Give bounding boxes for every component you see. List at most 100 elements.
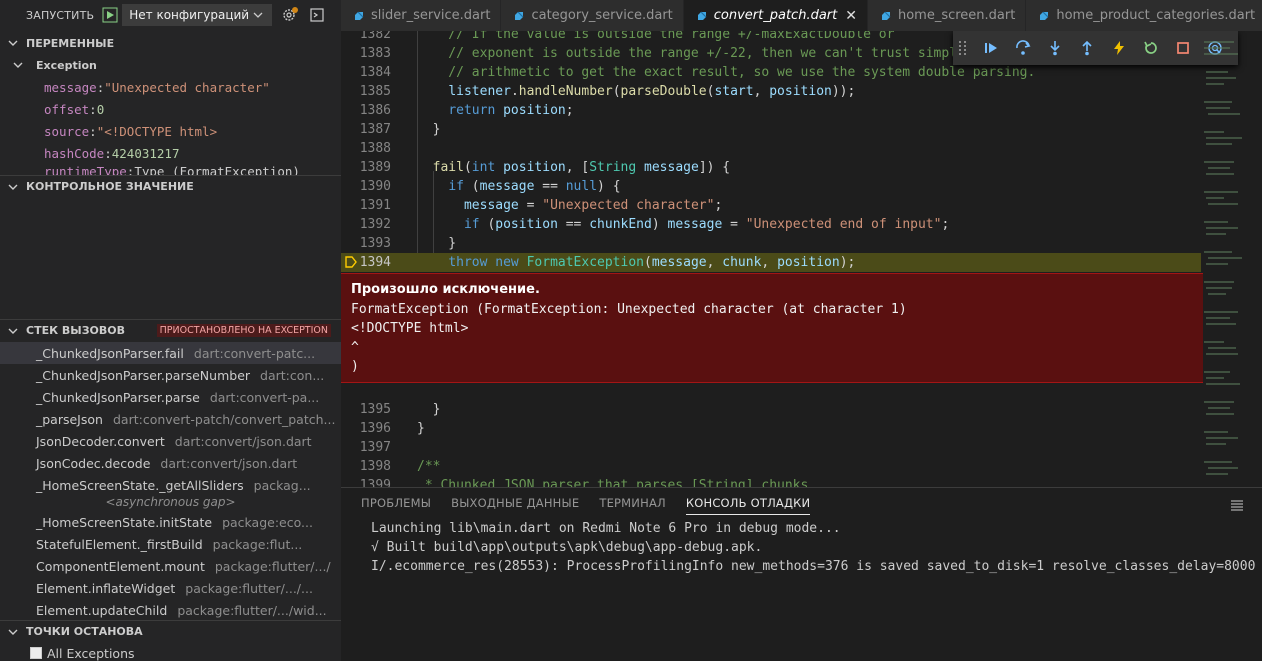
code-line[interactable]: 1392 if (position == chunkEnd) message =… (341, 215, 1201, 234)
run-label: ЗАПУСТИТЬ (26, 8, 95, 22)
callstack-frame[interactable]: _HomeScreenState.initState package:eco... (0, 511, 341, 533)
frame-source: package:flutter/.../... (185, 580, 313, 596)
variable-value: 0 (96, 101, 105, 117)
code-text: throw new FormatException(message, chunk… (448, 255, 856, 270)
panel-tab[interactable]: КОНСОЛЬ ОТЛАДКИ (685, 496, 811, 515)
all-exceptions-label: All Exceptions (47, 645, 135, 661)
code-line[interactable]: 1393 } (341, 234, 1201, 253)
panel-tab[interactable]: ВЫХОДНЫЕ ДАННЫЕ (451, 496, 579, 515)
tab-label: home_screen.dart (897, 8, 1016, 23)
watch-section-header[interactable]: КОНТРОЛЬНОЕ ЗНАЧЕНИЕ (0, 175, 341, 197)
code-line[interactable]: 1391 message = "Unexpected character"; (341, 196, 1201, 215)
line-number: 1398 (359, 459, 391, 474)
variables-scope[interactable]: Exception (0, 54, 341, 76)
callstack-frame[interactable]: StatefulElement._firstBuild package:flut.… (0, 533, 341, 555)
tab-category-service-dart[interactable]: category_service.dart (501, 0, 684, 31)
code-line[interactable]: 1386 return position; (341, 101, 1201, 120)
callstack-frame[interactable]: _HomeScreenState._getAllSliders packag... (0, 474, 341, 496)
code-line[interactable]: 1397 (341, 438, 1201, 457)
variable-row[interactable]: message: "Unexpected character" (0, 76, 341, 98)
callstack-frame[interactable]: JsonDecoder.convert dart:convert/json.dar… (0, 430, 341, 452)
tab-home-screen-dart[interactable]: home_screen.dart (867, 0, 1027, 31)
variable-colon: : (96, 79, 105, 95)
code-line[interactable]: 1395 } (341, 400, 1201, 419)
code-line[interactable]: 1388 (341, 139, 1201, 158)
code-line[interactable]: 1384 // arithmetic to get the exact resu… (341, 63, 1201, 82)
callstack-frame[interactable]: JsonCodec.decode dart:convert/json.dart (0, 452, 341, 474)
code-text: if (position == chunkEnd) message = "Une… (463, 217, 950, 232)
callstack-title: СТЕК ВЫЗОВОВ (26, 324, 125, 337)
dart-file-icon (697, 11, 707, 20)
hot-reload-button[interactable] (1103, 35, 1135, 61)
minimap[interactable] (1202, 31, 1248, 487)
code-text: return position; (448, 103, 574, 118)
variable-row[interactable]: hashCode: 424031217 (0, 142, 341, 164)
panel-tab[interactable]: ТЕРМИНАЛ (599, 496, 666, 515)
panel-tab[interactable]: ПРОБЛЕМЫ (361, 496, 431, 515)
callstack-frame[interactable]: Element.updateChild package:flutter/.../w… (0, 599, 341, 621)
stop-button[interactable] (1167, 35, 1199, 61)
frame-source: package:flutter/.../wid... (177, 602, 327, 618)
step-over-button[interactable] (1007, 35, 1039, 61)
callstack-frame[interactable]: _ChunkedJsonParser.parseNumber dart:con..… (0, 364, 341, 386)
debug-sidebar: ЗАПУСТИТЬ Нет конфигураций ПЕРЕМЕННЫЕ Ex… (0, 0, 341, 661)
async-gap-label: <asynchronous gap> (105, 495, 236, 509)
paused-status-badge: ПРИОСТАНОВЛЕНО НА EXCEPTION (156, 324, 331, 337)
breakpoint-all-exceptions[interactable]: All Exceptions (0, 642, 341, 661)
callstack-frame[interactable]: Element.inflateWidget package:flutter/...… (0, 577, 341, 599)
callstack-frame[interactable]: _parseJson dart:convert-patch/convert_pat… (0, 408, 341, 430)
tab-slider-service-dart[interactable]: slider_service.dart (341, 0, 502, 31)
callstack-section-header[interactable]: СТЕК ВЫЗОВОВ ПРИОСТАНОВЛЕНО НА EXCEPTION (0, 319, 341, 341)
code-line[interactable]: 1398 /** (341, 457, 1201, 476)
current-execution-line[interactable]: 1394 throw new FormatException(message, … (341, 253, 1201, 272)
variable-value: "<!DOCTYPE html> (96, 123, 218, 139)
code-line[interactable]: 1399 * Chunked JSON parser that parses [… (341, 476, 1201, 487)
panel-menu-button[interactable] (1230, 497, 1244, 516)
frame-source: dart:convert-pa... (209, 389, 320, 405)
frame-source: dart:convert-patch/convert_patch... (112, 411, 336, 427)
restart-button[interactable] (1135, 35, 1167, 61)
tab-label: slider_service.dart (371, 8, 491, 23)
variable-row[interactable]: offset: 0 (0, 98, 341, 120)
frame-function: _ChunkedJsonParser.parseNumber (36, 367, 251, 383)
callstack-frame[interactable]: _ChunkedJsonParser.parse dart:convert-pa.… (0, 386, 341, 408)
launch-config-select[interactable]: Нет конфигураций (122, 4, 273, 26)
frame-function: Element.updateChild (36, 602, 168, 618)
line-number: 1383 (359, 46, 391, 61)
exception-pointer-icon (345, 256, 357, 268)
code-line[interactable]: 1387 } (341, 120, 1201, 139)
frame-function: _parseJson (36, 411, 103, 427)
chevron-down-icon (8, 184, 18, 190)
tab-convert-patch-dart[interactable]: convert_patch.dart ✕ (683, 0, 868, 31)
step-out-button[interactable] (1071, 35, 1103, 61)
tab-home-product-categories-dart[interactable]: home_product_categories.dart (1026, 0, 1262, 31)
code-text: if (message == null) { (448, 179, 621, 194)
callstack-frame[interactable]: _ChunkedJsonParser.fail dart:convert-patc… (0, 342, 341, 364)
variable-colon: : (89, 123, 97, 139)
start-debugging-button[interactable] (102, 7, 118, 23)
step-into-button[interactable] (1039, 35, 1071, 61)
line-number: 1395 (359, 402, 391, 417)
debug-console-button[interactable] (308, 6, 326, 24)
chevron-down-icon (8, 629, 18, 635)
code-text: } (417, 236, 457, 251)
variable-colon: : (89, 101, 97, 117)
console-line: Launching lib\main.dart on Redmi Note 6 … (371, 521, 841, 536)
continue-button[interactable] (975, 35, 1007, 61)
code-line[interactable]: 1385 listener.handleNumber(parseDouble(s… (341, 82, 1201, 101)
variable-row[interactable]: source: "<!DOCTYPE html> (0, 120, 341, 142)
line-number: 1393 (359, 236, 391, 251)
code-line[interactable]: 1389 fail(int position, [String message]… (341, 158, 1201, 177)
variables-section-header[interactable]: ПЕРЕМЕННЫЕ (0, 32, 341, 54)
drag-handle-icon[interactable] (959, 39, 969, 57)
open-launch-json-button[interactable] (281, 6, 299, 24)
all-exceptions-checkbox[interactable] (30, 647, 42, 659)
breakpoints-section-header[interactable]: ТОЧКИ ОСТАНОВА (0, 620, 341, 642)
code-editor[interactable]: 1382 // If the value is outside the rang… (341, 31, 1262, 487)
code-line[interactable]: 1390 if (message == null) { (341, 177, 1201, 196)
frame-function: ComponentElement.mount (36, 558, 205, 574)
code-line[interactable]: 1396} (341, 419, 1201, 438)
dart-file-icon (1040, 11, 1049, 20)
close-icon[interactable]: ✕ (845, 8, 857, 24)
callstack-frame[interactable]: ComponentElement.mount package:flutter/..… (0, 555, 341, 577)
